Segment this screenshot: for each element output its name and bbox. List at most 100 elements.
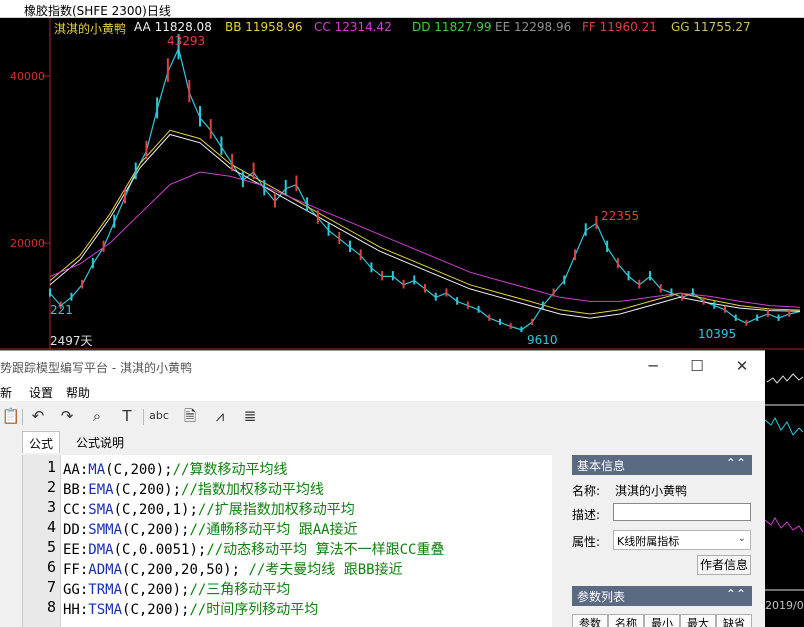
- code-args: (C,200);: [122, 582, 190, 598]
- collapse-icon[interactable]: ⌃⌃: [726, 456, 746, 470]
- tab-formula[interactable]: 公式: [22, 431, 61, 453]
- code-line[interactable]: AA:MA(C,200);//算数移动平均线: [63, 459, 287, 479]
- legend-series-7: GG 11755.27: [671, 20, 751, 34]
- code-args: (C,0.0051);: [113, 542, 207, 558]
- right-strip-graphics: [764, 373, 804, 591]
- toolbar-separator: [22, 409, 23, 425]
- code-line[interactable]: FF:ADMA(C,200,20,50); //考夫曼均线 跟BB接近: [63, 559, 403, 579]
- chart-right-strip: 2019/0: [764, 350, 804, 627]
- legend-series-6: FF 11960.21: [582, 20, 657, 34]
- close-icon[interactable]: ✕: [727, 355, 757, 377]
- attribute-label: 属性:: [572, 535, 601, 549]
- code-comment: //指数加权移动平均线: [181, 482, 324, 498]
- code-variable: CC:: [63, 502, 89, 518]
- formula-editor-window[interactable]: 势跟踪模型编写平台 - 淇淇的小黄鸭 ─ ☐ ✕ 新 设置 帮助 📋 ↶ ↷ ⌕…: [0, 350, 765, 627]
- editor-title: 势跟踪模型编写平台 - 淇淇的小黄鸭: [0, 361, 192, 375]
- redo-icon[interactable]: ↷: [56, 405, 78, 427]
- code-variable: DD:: [63, 522, 89, 538]
- editor-tabs: 公式 公式说明: [0, 431, 765, 453]
- col-name[interactable]: 名称: [608, 614, 644, 627]
- line-number: 2: [46, 478, 56, 496]
- editor-menubar: 新 设置 帮助: [0, 381, 765, 401]
- price-chart[interactable]: [0, 18, 804, 350]
- search-icon[interactable]: ⌕: [86, 405, 108, 427]
- editor-toolbar: 📋 ↶ ↷ ⌕ T abc 🗎 ⩘ ≣: [0, 403, 765, 431]
- code-args: (C,200);: [105, 462, 173, 478]
- spellcheck-icon[interactable]: abc: [148, 405, 170, 427]
- code-function: ADMA: [88, 562, 123, 578]
- line-number: 5: [46, 538, 56, 556]
- code-line[interactable]: HH:TSMA(C,200);//时间序列移动平均: [63, 599, 318, 619]
- code-function: TSMA: [88, 602, 123, 618]
- editor-titlebar[interactable]: 势跟踪模型编写平台 - 淇淇的小黄鸭 ─ ☐ ✕: [0, 351, 765, 381]
- param-table-header: 参数 名称 最小 最大 缺省: [572, 614, 752, 627]
- collapse-icon[interactable]: ⌃⌃: [726, 587, 746, 601]
- mid-high-label: 22355: [601, 209, 640, 223]
- code-editor[interactable]: 12345678 AA:MA(C,200);//算数移动平均线 BB:EMA(C,…: [22, 455, 552, 627]
- strip-line-1: [766, 373, 804, 384]
- code-comment: //通畅移动平均 跟AA接近: [189, 522, 358, 538]
- indicator-name: 淇淇的小黄鸭: [54, 22, 127, 36]
- legend-series-4: DD 11827.99: [412, 20, 492, 34]
- toolbar-separator: [143, 409, 144, 425]
- code-args: (C,200);: [113, 482, 182, 498]
- notes-icon[interactable]: ≣: [239, 405, 261, 427]
- param-list-header[interactable]: 参数列表 ⌃⌃: [572, 586, 752, 606]
- menu-settings[interactable]: 设置: [29, 384, 53, 401]
- left-value-label: 221: [50, 303, 73, 317]
- bars-count-label: 2497天: [50, 334, 93, 348]
- screen: 橡胶指数(SHFE 2300)日线 淇淇的小黄鸭 AA 11828.08 BB 1…: [0, 0, 804, 627]
- desc-label: 描述:: [572, 508, 601, 522]
- name-value: 淇淇的小黄鸭: [615, 484, 688, 498]
- code-line[interactable]: DD:SMMA(C,200);//通畅移动平均 跟AA接近: [63, 519, 358, 539]
- description-input[interactable]: [613, 503, 751, 521]
- menu-new[interactable]: 新: [0, 384, 12, 401]
- attribute-select-value: K线附属指标: [617, 535, 680, 548]
- document-icon[interactable]: 🗎: [179, 405, 201, 427]
- maximize-icon[interactable]: ☐: [682, 355, 712, 377]
- code-function: TRMA: [88, 582, 123, 598]
- code-variable: BB:: [63, 482, 89, 498]
- text-format-icon[interactable]: T: [116, 405, 138, 427]
- code-line[interactable]: EE:DMA(C,0.0051);//动态移动平均 算法不一样跟CC重叠: [63, 539, 444, 559]
- legend-series-2: BB 11958.96: [225, 20, 303, 34]
- code-function: DMA: [88, 542, 114, 558]
- attribute-select[interactable]: K线附属指标 ⌄: [613, 530, 751, 550]
- code-line[interactable]: BB:EMA(C,200);//指数加权移动平均线: [63, 479, 324, 499]
- indicator-chart-icon[interactable]: ⩘: [209, 405, 231, 427]
- author-info-button[interactable]: 作者信息: [697, 555, 751, 575]
- name-label: 名称:: [572, 484, 601, 498]
- paste-icon[interactable]: 📋: [0, 405, 22, 427]
- code-function: EMA: [88, 482, 114, 498]
- menu-help[interactable]: 帮助: [66, 384, 90, 401]
- code-function: SMMA: [88, 522, 123, 538]
- code-comment: //扩展指数加权移动平均: [197, 502, 355, 518]
- minimize-icon[interactable]: ─: [638, 355, 668, 377]
- code-comment: //动态移动平均 算法不一样跟CC重叠: [206, 542, 445, 558]
- param-list-title: 参数列表: [577, 590, 626, 604]
- code-line[interactable]: GG:TRMA(C,200);//三角移动平均: [63, 579, 290, 599]
- undo-icon[interactable]: ↶: [27, 405, 49, 427]
- code-function: SMA: [88, 502, 114, 518]
- code-args: (C,200);: [122, 522, 190, 538]
- y-tick-20000: 20000: [10, 237, 45, 250]
- tab-formula-description[interactable]: 公式说明: [70, 431, 130, 453]
- legend-series-5: EE 12298.96: [495, 20, 572, 34]
- chart-window-titlebar[interactable]: 橡胶指数(SHFE 2300)日线: [0, 0, 804, 18]
- code-comment: //算数移动平均线: [172, 462, 288, 478]
- code-variable: GG:: [63, 582, 89, 598]
- line-number: 7: [46, 578, 56, 596]
- col-param[interactable]: 参数: [572, 614, 608, 627]
- col-max[interactable]: 最大: [680, 614, 716, 627]
- col-min[interactable]: 最小: [644, 614, 680, 627]
- chart-window-title: 橡胶指数(SHFE 2300)日线: [24, 4, 171, 18]
- legend-series-3: CC 12314.42: [314, 20, 392, 34]
- code-variable: FF:: [63, 562, 89, 578]
- code-args: (C,200,20,50);: [122, 562, 249, 578]
- properties-panel: 基本信息 ⌃⌃ 名称: 淇淇的小黄鸭 描述: 属性: K线附属指标 ⌄ 作者信息…: [565, 455, 765, 627]
- col-default[interactable]: 缺省: [716, 614, 752, 627]
- code-line[interactable]: CC:SMA(C,200,1);//扩展指数加权移动平均: [63, 499, 355, 519]
- basic-info-header[interactable]: 基本信息 ⌃⌃: [572, 455, 752, 475]
- line-number: 4: [46, 518, 56, 536]
- code-comment: //考夫曼均线 跟BB接近: [248, 562, 403, 578]
